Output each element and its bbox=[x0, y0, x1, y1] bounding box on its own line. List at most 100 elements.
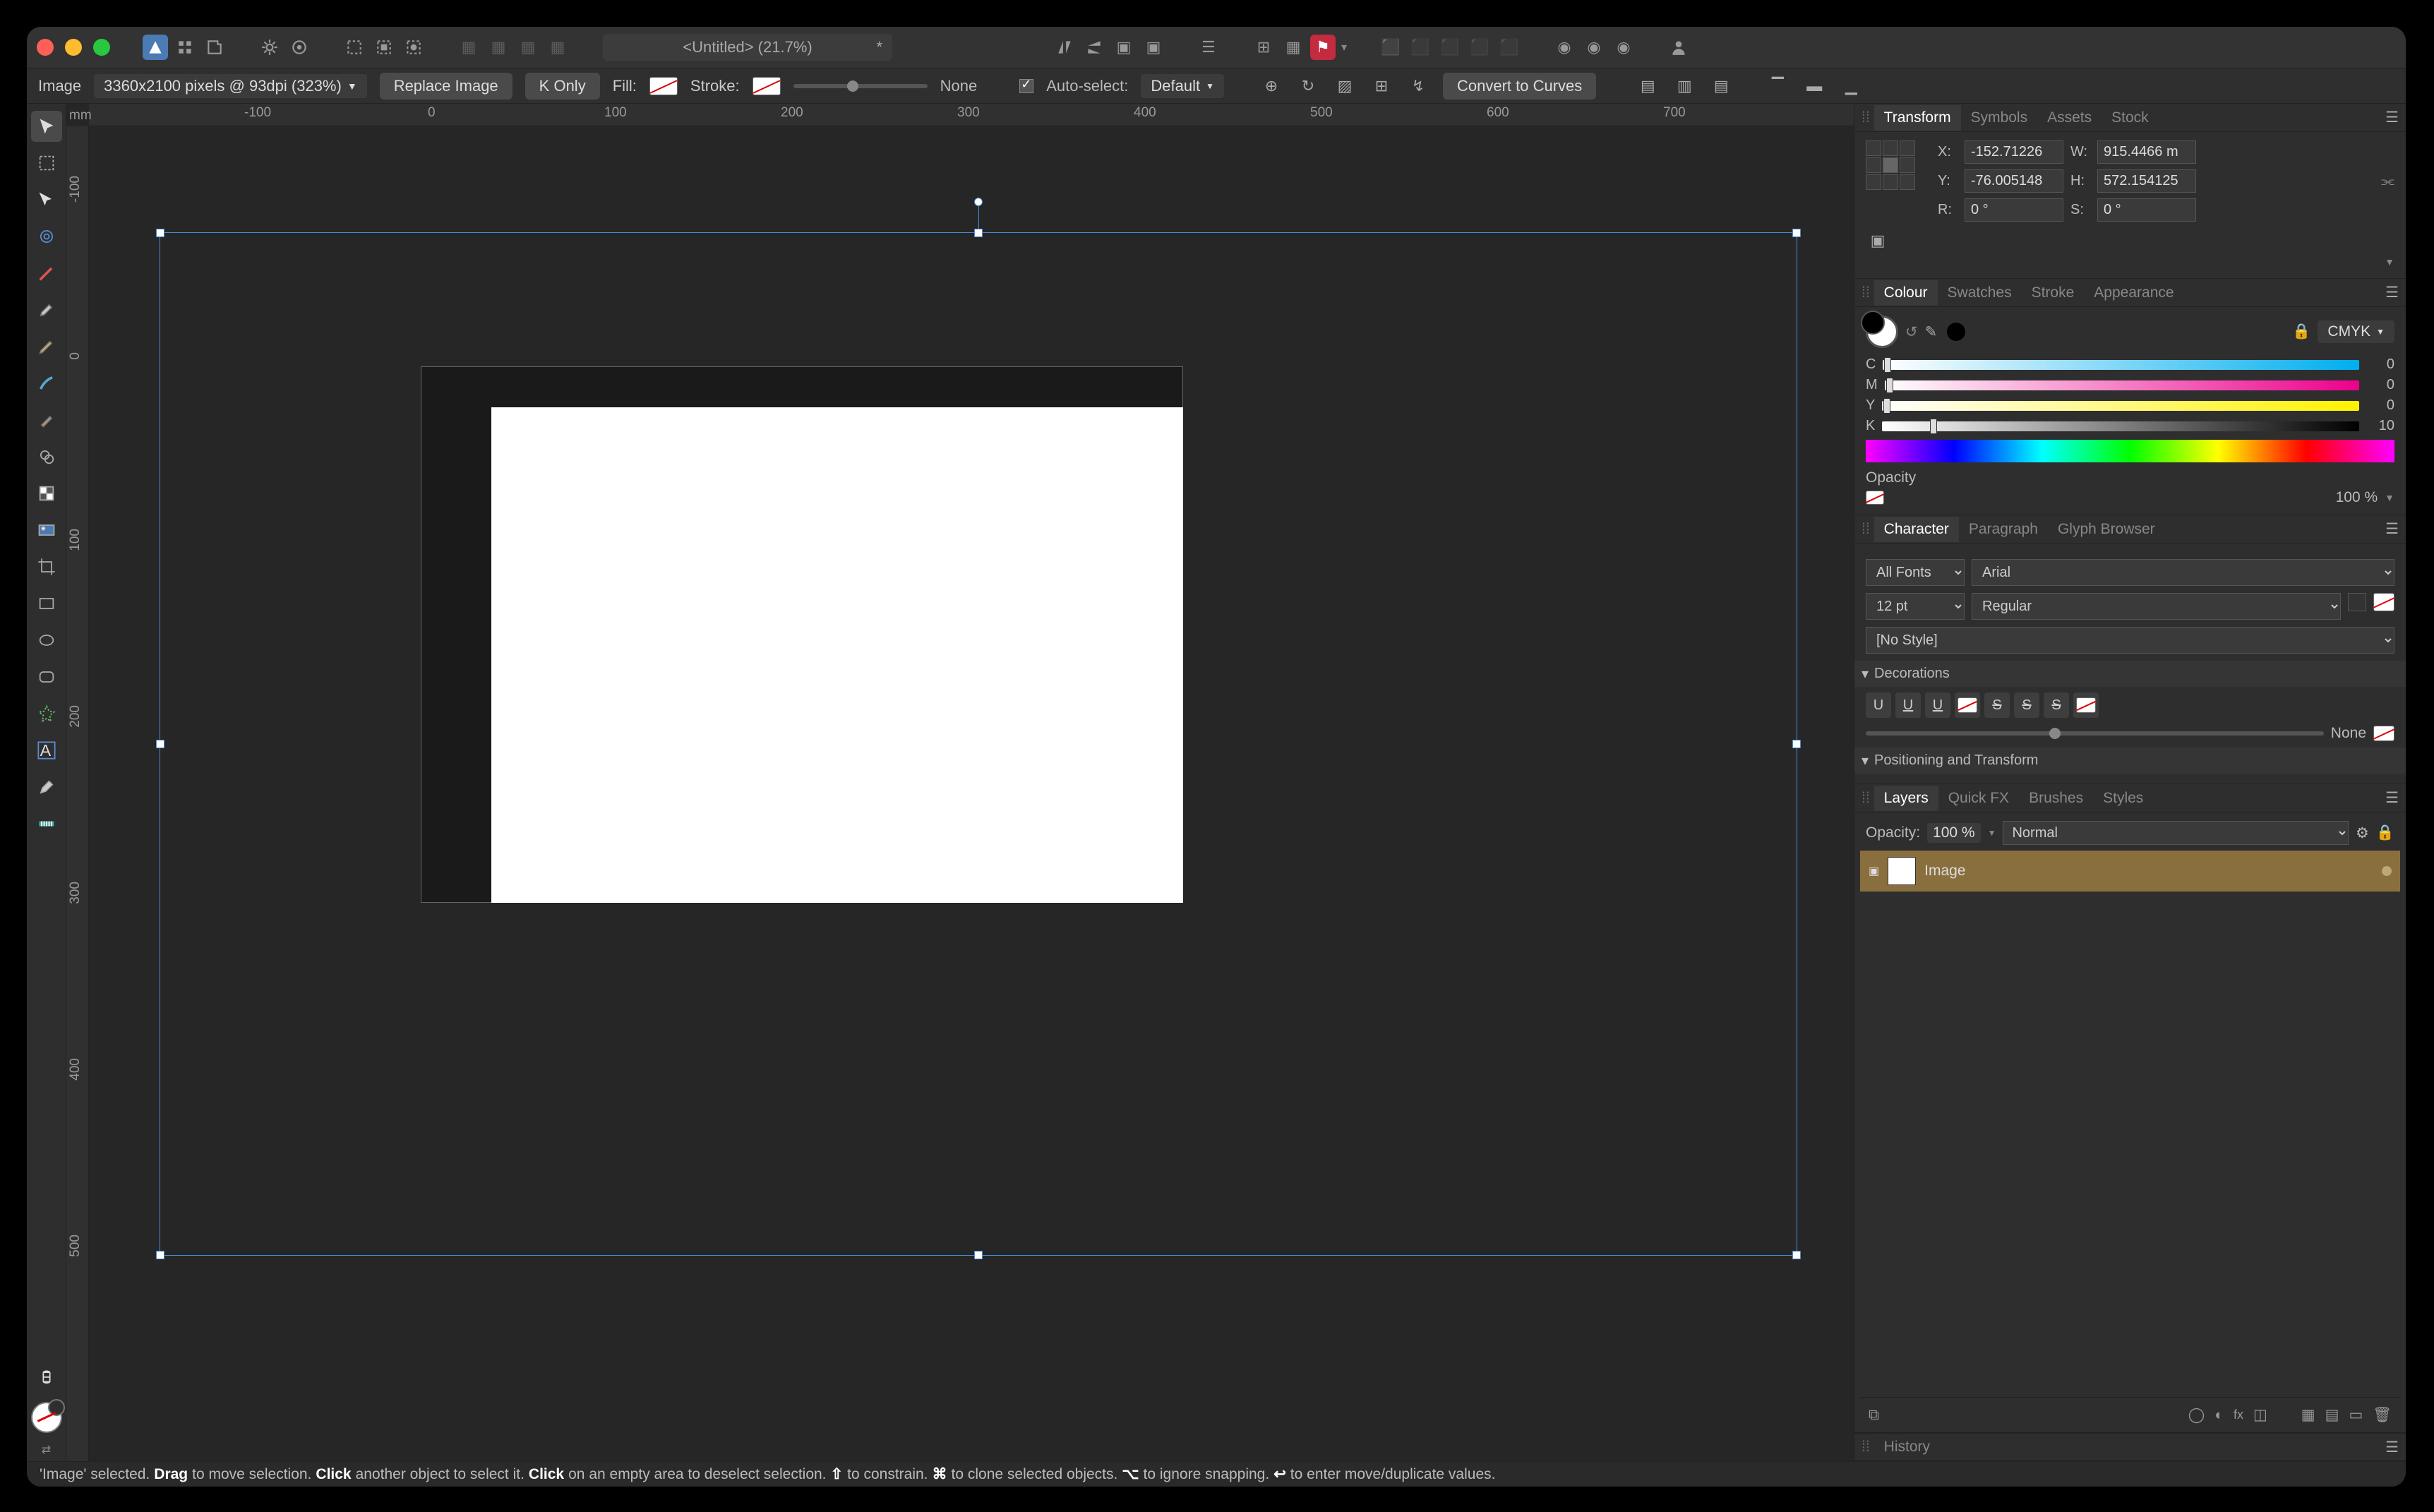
strike-button[interactable]: S bbox=[1984, 692, 2010, 718]
custom-shape-tool[interactable] bbox=[31, 698, 62, 729]
tab-character[interactable]: Character bbox=[1874, 517, 1959, 542]
pencil-tool[interactable] bbox=[31, 331, 62, 362]
rotation-handle[interactable] bbox=[974, 198, 983, 206]
tab-history[interactable]: History bbox=[1874, 1434, 1940, 1460]
convert-curves-icon[interactable]: ↯ bbox=[1406, 74, 1430, 98]
tab-transform[interactable]: Transform bbox=[1874, 105, 1961, 131]
underline-button[interactable]: U bbox=[1866, 692, 1891, 718]
boolean-add-icon[interactable]: ⬛ bbox=[1378, 35, 1403, 60]
contour-tool[interactable] bbox=[31, 221, 62, 252]
rectangle-tool[interactable] bbox=[31, 588, 62, 619]
tab-swatches[interactable]: Swatches bbox=[1938, 280, 2022, 306]
strike-colour[interactable] bbox=[2073, 692, 2099, 718]
colour-picker-tool[interactable] bbox=[31, 772, 62, 803]
doc-setup-icon[interactable] bbox=[287, 35, 312, 60]
ellipse-tool[interactable] bbox=[31, 625, 62, 656]
align-bottom-icon[interactable]: ▁ bbox=[1839, 74, 1863, 98]
anchor-widget[interactable] bbox=[1866, 140, 1915, 190]
layer-lock-icon[interactable]: 🔒 bbox=[2376, 824, 2394, 841]
align-hcenter-icon[interactable]: ▥ bbox=[1672, 74, 1696, 98]
handle-br[interactable] bbox=[1792, 1251, 1801, 1259]
font-colour-swatch[interactable] bbox=[2348, 593, 2366, 611]
black-slider[interactable] bbox=[1882, 421, 2359, 431]
fx-icon[interactable]: fx bbox=[2234, 1408, 2243, 1422]
font-weight-dropdown[interactable]: Regular bbox=[1972, 593, 2341, 620]
zoom-window[interactable] bbox=[93, 39, 110, 56]
transform-y-input[interactable] bbox=[1965, 169, 2063, 193]
artboard-tool[interactable] bbox=[31, 148, 62, 179]
align-left-icon[interactable]: ▤ bbox=[1636, 74, 1660, 98]
document-title[interactable]: <Untitled> (21.7%) * bbox=[603, 34, 892, 61]
select-object-icon[interactable] bbox=[401, 35, 426, 60]
layer-checkbox-icon[interactable]: ▣ bbox=[1869, 864, 1879, 878]
canvas-viewport[interactable] bbox=[89, 126, 1854, 1461]
insert-behind-icon[interactable]: ◉ bbox=[1611, 35, 1636, 60]
boolean-int-icon[interactable]: ⬛ bbox=[1437, 35, 1463, 60]
boolean-sub-icon[interactable]: ⬛ bbox=[1408, 35, 1433, 60]
measure-tool[interactable] bbox=[31, 808, 62, 839]
view-tool[interactable] bbox=[31, 1362, 62, 1393]
underline-colour[interactable] bbox=[1955, 692, 1980, 718]
swap-colours-icon[interactable]: ⇄ bbox=[42, 1443, 51, 1457]
handle-bm[interactable] bbox=[974, 1251, 983, 1259]
persona-pixel-icon[interactable] bbox=[172, 35, 198, 60]
tab-appearance[interactable]: Appearance bbox=[2084, 280, 2183, 306]
strike2-button[interactable]: S bbox=[2014, 692, 2039, 718]
transform-x-input[interactable] bbox=[1965, 140, 2063, 164]
rounded-rect-tool[interactable] bbox=[31, 661, 62, 692]
layer-item-image[interactable]: ▣ Image bbox=[1860, 851, 2400, 892]
positioning-section-header[interactable]: ▾Positioning and Transform bbox=[1854, 748, 2406, 774]
transform-h-input[interactable] bbox=[2097, 169, 2196, 193]
autoselect-checkbox[interactable] bbox=[1019, 79, 1033, 93]
align-objects-icon[interactable]: ▣ bbox=[1866, 229, 1890, 253]
arrange-backone-icon[interactable]: ▦ bbox=[486, 35, 511, 60]
corner-tool[interactable] bbox=[31, 258, 62, 289]
layer-visibility-icon[interactable] bbox=[2382, 866, 2392, 876]
rotate-ccw-icon[interactable]: ▣ bbox=[1111, 35, 1137, 60]
shape-builder-tool[interactable] bbox=[31, 441, 62, 472]
transform-r-input[interactable] bbox=[1965, 198, 2063, 222]
select-all-icon[interactable] bbox=[342, 35, 367, 60]
pen-tool[interactable] bbox=[31, 294, 62, 325]
show-rotation-icon[interactable]: ↻ bbox=[1296, 74, 1320, 98]
tab-quickfx[interactable]: Quick FX bbox=[1938, 786, 2019, 811]
tab-glyph[interactable]: Glyph Browser bbox=[2048, 517, 2165, 542]
sampled-colour[interactable] bbox=[1947, 323, 1965, 341]
tab-symbols[interactable]: Symbols bbox=[1961, 105, 2038, 131]
persona-designer-icon[interactable] bbox=[143, 35, 168, 60]
stroke-swatch[interactable] bbox=[753, 77, 781, 95]
minimise-window[interactable] bbox=[65, 39, 82, 56]
preflight-warn-icon[interactable]: ⚑ bbox=[1310, 35, 1336, 60]
panel-menu-icon[interactable]: ☰ bbox=[2385, 1439, 2399, 1456]
transform-w-input[interactable] bbox=[2097, 140, 2196, 164]
deco-slider[interactable] bbox=[1866, 731, 2324, 736]
ruler-vertical[interactable]: -100 0 100 200 300 400 500 bbox=[66, 126, 89, 1461]
panel-menu-icon[interactable]: ☰ bbox=[2385, 109, 2399, 126]
convert-curves-button[interactable]: Convert to Curves bbox=[1443, 73, 1596, 100]
handle-tr[interactable] bbox=[1792, 229, 1801, 237]
hide-selection-icon[interactable]: ▨ bbox=[1333, 74, 1357, 98]
fill-tool[interactable] bbox=[31, 404, 62, 436]
insert-target-icon[interactable]: ◉ bbox=[1552, 35, 1577, 60]
group-icon[interactable]: ▭ bbox=[2349, 1406, 2363, 1424]
persona-export-icon[interactable] bbox=[202, 35, 227, 60]
boolean-div-icon[interactable]: ⬛ bbox=[1497, 35, 1522, 60]
align-panel-icon[interactable]: ☰ bbox=[1196, 35, 1221, 60]
layer-opacity-input[interactable]: 100 % bbox=[1927, 823, 1981, 843]
swap-fillstroke-icon[interactable]: ↺ bbox=[1905, 323, 1918, 341]
panel-menu-icon[interactable]: ☰ bbox=[2385, 789, 2399, 807]
tab-stroke[interactable]: Stroke bbox=[2022, 280, 2085, 306]
node-tool[interactable] bbox=[31, 184, 62, 215]
place-image-tool[interactable] bbox=[31, 515, 62, 546]
decorations-section-header[interactable]: ▾Decorations bbox=[1854, 661, 2406, 687]
arrange-frontone-icon[interactable]: ▦ bbox=[515, 35, 541, 60]
boolean-xor-icon[interactable]: ⬛ bbox=[1467, 35, 1492, 60]
handle-tl[interactable] bbox=[156, 229, 164, 237]
vector-brush-tool[interactable] bbox=[31, 368, 62, 399]
autoselect-dropdown[interactable]: Default ▼ bbox=[1141, 74, 1224, 98]
fill-stroke-selector[interactable] bbox=[1866, 316, 1898, 348]
rotate-cw-icon[interactable]: ▣ bbox=[1141, 35, 1166, 60]
link-dims-icon[interactable]: ⫘ bbox=[2381, 173, 2394, 190]
account-icon[interactable] bbox=[1666, 35, 1691, 60]
adjustment-icon[interactable]: ◐ bbox=[2214, 1407, 2224, 1424]
